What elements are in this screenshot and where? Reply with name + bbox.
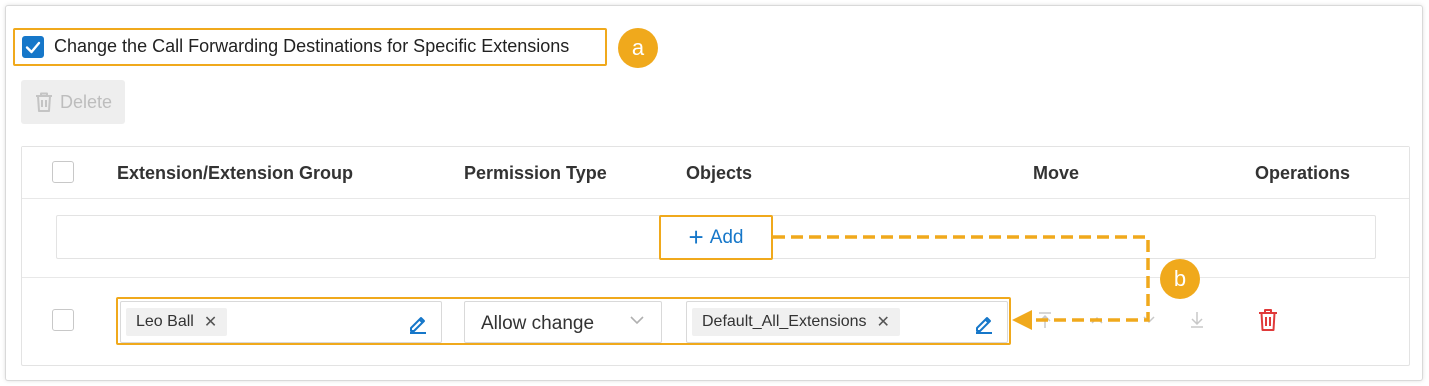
highlight-box-add — [659, 215, 773, 260]
column-extension: Extension/Extension Group — [117, 163, 354, 183]
move-bottom-icon[interactable] — [1188, 311, 1206, 329]
column-permission-type: Permission Type — [464, 163, 607, 183]
row-divider — [22, 277, 1409, 278]
trash-icon — [35, 92, 52, 112]
delete-button[interactable]: Delete — [21, 80, 125, 124]
callout-a: a — [618, 28, 658, 68]
callout-b: b — [1160, 259, 1200, 299]
row-checkbox[interactable] — [52, 309, 74, 331]
move-top-icon[interactable] — [1036, 311, 1054, 329]
table-header: Extension/Extension Group Permission Typ… — [22, 147, 1409, 199]
highlight-box-a — [13, 28, 607, 66]
column-move: Move — [1033, 163, 1080, 183]
column-objects: Objects — [686, 163, 753, 183]
move-up-icon[interactable] — [1088, 311, 1106, 329]
column-operations: Operations — [1255, 163, 1351, 183]
move-down-icon[interactable] — [1140, 311, 1158, 329]
delete-button-label: Delete — [59, 91, 113, 112]
trash-icon[interactable] — [1257, 308, 1279, 332]
highlight-box-row — [116, 297, 1011, 345]
select-all-checkbox[interactable] — [52, 161, 74, 183]
